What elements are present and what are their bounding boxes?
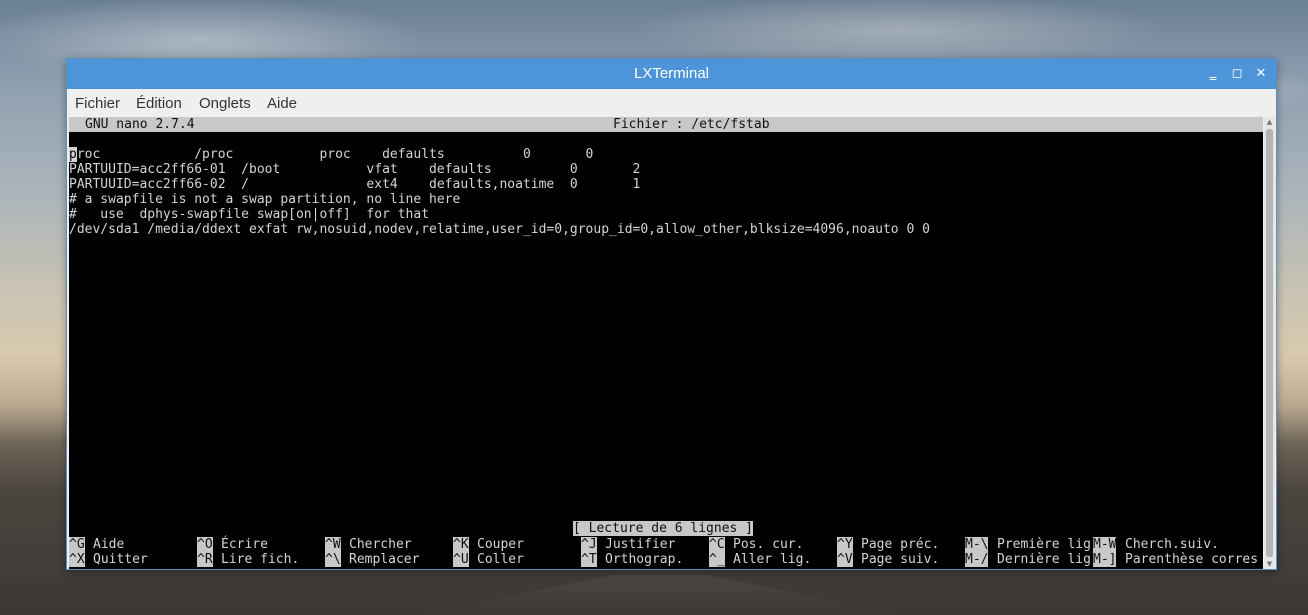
shortcut-label: Écrire <box>221 537 268 552</box>
menu-fichier[interactable]: Fichier <box>75 94 120 114</box>
file-line-6: /dev/sda1 /media/ddext exfat rw,nosuid,n… <box>69 222 930 237</box>
file-line-1: proc /proc proc defaults 0 0 <box>69 147 593 162</box>
shortcut-key: ^O <box>197 537 213 552</box>
shortcut-label: Première lig <box>997 537 1091 552</box>
close-icon[interactable]: ✕ <box>1252 65 1270 83</box>
nano-status-message: [ Lecture de 6 lignes ] <box>573 521 754 536</box>
terminal-area[interactable]: GNU nano 2.7.4 Fichier : /etc/fstab proc… <box>69 117 1263 569</box>
shortcut-label: Chercher <box>349 537 412 552</box>
shortcut-label: Lire fich. <box>221 552 300 567</box>
terminal-scrollbar[interactable]: ▲ ▼ <box>1264 117 1275 569</box>
shortcut-label: Couper <box>477 537 524 552</box>
window-title: LXTerminal <box>633 65 710 82</box>
shortcut-label: Dernière lig <box>997 552 1091 567</box>
file-line-3: PARTUUID=acc2ff66-02 / ext4 defaults,noa… <box>69 177 641 192</box>
shortcut-key: ^\ <box>325 552 341 567</box>
nano-header-bar: GNU nano 2.7.4 Fichier : /etc/fstab <box>69 117 1263 132</box>
file-line-4: # a swapfile is not a swap partition, no… <box>69 192 461 207</box>
shortcut-label: Cherch.suiv. <box>1125 537 1219 552</box>
shortcut-key: ^K <box>453 537 469 552</box>
shortcut-label: Page préc. <box>861 537 940 552</box>
shortcut-key: ^T <box>581 552 597 567</box>
lxterminal-window: LXTerminal ‗ ◻ ✕ Fichier Édition Onglets… <box>66 58 1277 570</box>
shortcut-key: ^V <box>837 552 853 567</box>
shortcut-key: M-/ <box>965 552 989 567</box>
shortcut-key: ^_ <box>709 552 725 567</box>
file-line-2: PARTUUID=acc2ff66-01 /boot vfat defaults… <box>69 162 641 177</box>
shortcut-key: ^U <box>453 552 469 567</box>
shortcut-key: ^G <box>69 537 85 552</box>
menubar: Fichier Édition Onglets Aide <box>67 89 1276 117</box>
menu-aide[interactable]: Aide <box>267 94 297 114</box>
nano-filename: Fichier : /etc/fstab <box>613 117 770 132</box>
shortcut-label: Quitter <box>93 552 148 567</box>
scroll-down-icon[interactable]: ▼ <box>1264 559 1275 569</box>
text-cursor: p <box>69 147 77 162</box>
shortcut-key: ^J <box>581 537 597 552</box>
menu-edition[interactable]: Édition <box>136 94 182 114</box>
shortcut-label: Justifier <box>605 537 676 552</box>
minimize-icon[interactable]: ‗ <box>1204 65 1222 83</box>
window-titlebar[interactable]: LXTerminal ‗ ◻ ✕ <box>67 59 1276 89</box>
scrollbar-thumb[interactable] <box>1266 129 1273 557</box>
menu-onglets[interactable]: Onglets <box>199 94 251 114</box>
shortcut-key: ^R <box>197 552 213 567</box>
shortcut-key: M-] <box>1093 552 1117 567</box>
shortcut-key: M-W <box>1093 537 1117 552</box>
file-line-5: # use dphys-swapfile swap[on|off] for th… <box>69 207 430 222</box>
shortcut-label: Aide <box>93 537 125 552</box>
shortcut-label: Pos. cur. <box>733 537 804 552</box>
shortcut-label: Parenthèse corres <box>1125 552 1259 567</box>
shortcut-key: M-\ <box>965 537 989 552</box>
file-line-1-text: roc /proc proc defaults 0 0 <box>76 147 594 162</box>
maximize-icon[interactable]: ◻ <box>1228 65 1246 83</box>
scroll-up-icon[interactable]: ▲ <box>1264 117 1275 127</box>
shortcut-label: Orthograp. <box>605 552 684 567</box>
shortcut-key: ^Y <box>837 537 853 552</box>
shortcut-label: Page suiv. <box>861 552 940 567</box>
shortcut-label: Remplacer <box>349 552 420 567</box>
nano-version: GNU nano 2.7.4 <box>85 117 195 132</box>
shortcut-key: ^X <box>69 552 85 567</box>
shortcut-label: Aller lig. <box>733 552 812 567</box>
shortcut-key: ^C <box>709 537 725 552</box>
shortcut-label: Coller <box>477 552 524 567</box>
shortcut-key: ^W <box>325 537 341 552</box>
